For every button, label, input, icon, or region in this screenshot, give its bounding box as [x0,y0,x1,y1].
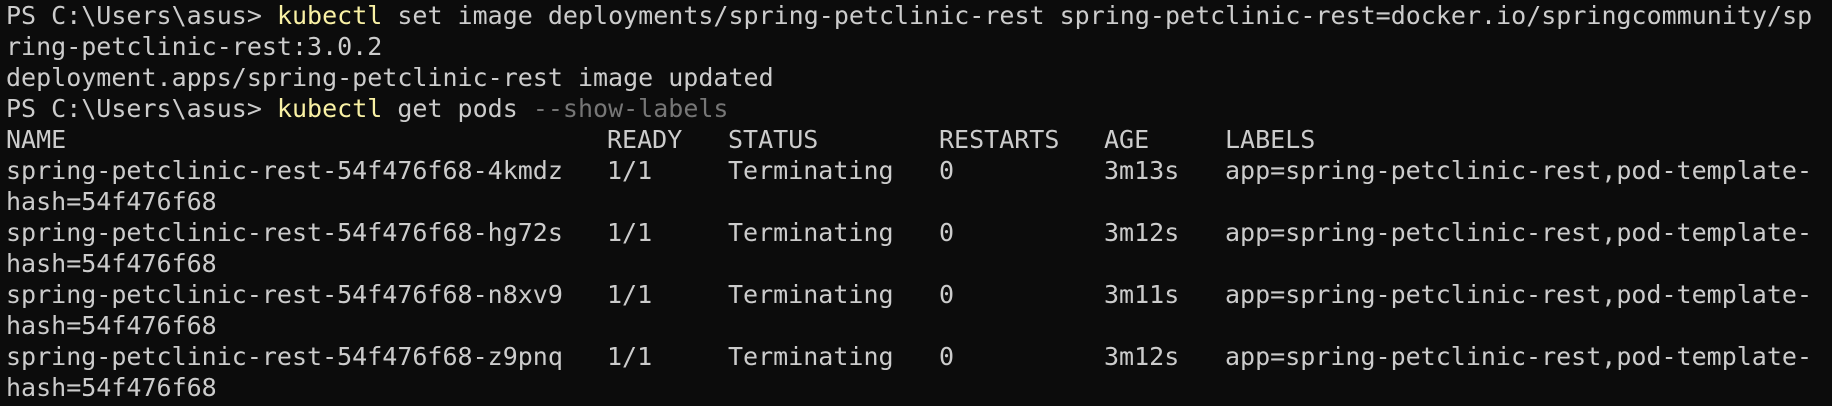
command-flag: --show-labels [532,94,729,123]
table-row: spring-petclinic-rest-54f476f68-4kmdz 1/… [6,155,1832,186]
prompt: PS C:\Users\asus> [6,1,277,30]
pod-labels-wrap: hash=54f476f68 [6,372,1832,403]
output-line: deployment.apps/spring-petclinic-rest im… [6,62,1832,93]
pod-name: spring-petclinic-rest-54f476f68-n8xv9 [6,280,563,309]
pod-labels: app=spring-petclinic-rest,pod-template- [1225,218,1812,247]
command-program: kubectl [276,94,383,123]
command-line-2: PS C:\Users\asus> kubectl get pods --sho… [6,93,1832,124]
command-args-wrap: ring-petclinic-rest:3.0.2 [6,32,383,61]
pod-labels-cont: hash=54f476f68 [6,249,217,278]
command-program: kubectl [276,1,383,30]
prompt: PS C:\Users\asus> [6,94,277,123]
header-status: STATUS [728,125,819,154]
pod-restarts: 0 [939,280,955,309]
table-row: spring-petclinic-rest-54f476f68-n8xv9 1/… [6,279,1832,310]
pod-name: spring-petclinic-rest-54f476f68-hg72s [6,218,563,247]
output-text: deployment.apps/spring-petclinic-rest im… [6,63,774,92]
pod-name: spring-petclinic-rest-54f476f68-4kmdz [6,156,563,185]
header-ready: READY [607,125,683,154]
table-header: NAME READY STATUS RESTARTS AGE LABELS [6,124,1832,155]
pod-labels-cont: hash=54f476f68 [6,187,217,216]
terminal-window[interactable]: PS C:\Users\asus> kubectl set image depl… [0,0,1832,406]
pod-status: Terminating [728,342,894,371]
pod-ready: 1/1 [607,218,653,247]
pod-restarts: 0 [939,218,955,247]
pod-labels-wrap: hash=54f476f68 [6,186,1832,217]
pod-labels: app=spring-petclinic-rest,pod-template- [1225,280,1812,309]
pod-ready: 1/1 [607,280,653,309]
header-restarts: RESTARTS [939,125,1060,154]
command-args: get pods [382,94,533,123]
pod-name: spring-petclinic-rest-54f476f68-z9pnq [6,342,563,371]
header-labels: LABELS [1225,125,1316,154]
command-line-1-wrap: ring-petclinic-rest:3.0.2 [6,31,1832,62]
pod-ready: 1/1 [607,156,653,185]
pod-labels: app=spring-petclinic-rest,pod-template- [1225,156,1812,185]
pod-labels-wrap: hash=54f476f68 [6,310,1832,341]
pod-age: 3m12s [1104,218,1180,247]
pod-age: 3m11s [1104,280,1180,309]
pod-ready: 1/1 [607,342,653,371]
table-row: spring-petclinic-rest-54f476f68-hg72s 1/… [6,217,1832,248]
pod-age: 3m12s [1104,342,1180,371]
pod-labels-cont: hash=54f476f68 [6,373,217,402]
pod-labels-cont: hash=54f476f68 [6,311,217,340]
command-args: set image deployments/spring-petclinic-r… [382,1,1813,30]
header-name: NAME [6,125,67,154]
pod-labels-wrap: hash=54f476f68 [6,248,1832,279]
pod-status: Terminating [728,156,894,185]
pod-labels: app=spring-petclinic-rest,pod-template- [1225,342,1812,371]
header-age: AGE [1104,125,1150,154]
pod-status: Terminating [728,218,894,247]
pod-status: Terminating [728,280,894,309]
table-row: spring-petclinic-rest-54f476f68-z9pnq 1/… [6,341,1832,372]
command-line-1: PS C:\Users\asus> kubectl set image depl… [6,0,1832,31]
pod-restarts: 0 [939,342,955,371]
pod-restarts: 0 [939,156,955,185]
pod-age: 3m13s [1104,156,1180,185]
